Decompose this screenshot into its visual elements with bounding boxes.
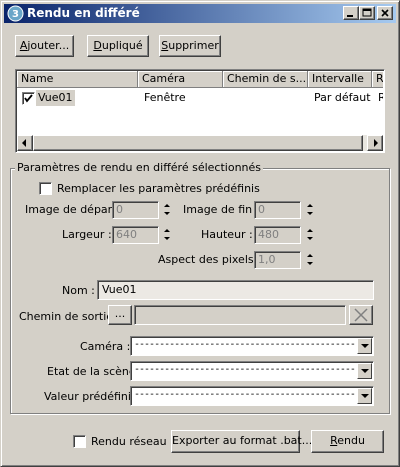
check-icon — [24, 94, 33, 103]
list-horizontal-scrollbar[interactable] — [17, 135, 383, 151]
start-frame-spinner[interactable] — [161, 202, 172, 218]
scroll-thumb[interactable] — [33, 135, 363, 151]
scroll-right-button[interactable] — [367, 135, 383, 151]
row-r: R — [378, 90, 383, 106]
end-frame-spinner[interactable] — [304, 202, 315, 218]
scene-state-label: Etat de la scène — [47, 365, 136, 378]
spin-up-icon[interactable] — [304, 252, 315, 260]
override-label: Remplacer les paramètres prédéfinis — [57, 182, 260, 195]
column-header-name[interactable]: Name — [17, 71, 138, 88]
preset-dropdown-value: ----------------------------------------… — [134, 389, 355, 400]
pixel-aspect-input[interactable]: 1,0 — [254, 251, 301, 269]
row-camera: Fenêtre — [144, 91, 186, 104]
column-header-camera[interactable]: Caméra — [138, 71, 223, 88]
clear-x-icon — [354, 308, 368, 322]
network-render-label: Rendu réseau — [91, 435, 167, 448]
render-button[interactable]: Rendu — [311, 430, 384, 453]
output-path-browse-button[interactable]: ... — [108, 305, 132, 325]
row-name: Vue01 — [36, 90, 75, 106]
camera-label: Caméra : — [80, 340, 131, 353]
column-header-range[interactable]: Intervalle — [308, 71, 372, 88]
delete-button[interactable]: Supprimer — [159, 35, 221, 57]
pixel-aspect-label: Aspect des pixels : — [158, 253, 261, 266]
export-bat-button[interactable]: Exporter au format .bat... — [171, 430, 312, 453]
pixel-aspect-spinner[interactable] — [304, 252, 315, 268]
spin-up-icon[interactable] — [161, 227, 172, 235]
end-frame-input[interactable]: 0 — [254, 201, 301, 219]
3ds-max-icon: 3 — [7, 5, 24, 22]
close-icon — [381, 9, 389, 17]
row-enabled-checkbox[interactable] — [22, 92, 35, 105]
network-render-checkbox[interactable] — [73, 435, 86, 448]
width-spinner[interactable] — [161, 227, 172, 243]
column-header-r[interactable]: R — [372, 71, 383, 88]
spin-down-icon[interactable] — [304, 210, 315, 218]
name-label: Nom : — [62, 284, 95, 297]
minimize-icon — [347, 15, 353, 17]
start-frame-label: Image de départ — [25, 203, 117, 216]
svg-text:3: 3 — [12, 9, 19, 20]
scroll-left-button[interactable] — [17, 135, 33, 151]
end-frame-label: Image de fin : — [183, 203, 260, 216]
arrow-left-icon — [22, 139, 26, 147]
spin-down-icon[interactable] — [161, 235, 172, 243]
camera-dropdown[interactable]: ----------------------------------------… — [130, 336, 374, 356]
chevron-down-icon[interactable] — [357, 363, 372, 379]
height-spinner[interactable] — [304, 227, 315, 243]
start-frame-input[interactable]: 0 — [112, 201, 159, 219]
override-checkbox[interactable] — [39, 182, 52, 195]
column-header-output-path[interactable]: Chemin de s... — [223, 71, 308, 88]
duplicate-button[interactable]: Dupliqué — [87, 35, 149, 57]
camera-dropdown-value: ----------------------------------------… — [134, 339, 355, 350]
width-input[interactable]: 640 — [112, 226, 159, 244]
chevron-down-icon[interactable] — [357, 388, 372, 404]
maximize-button[interactable] — [359, 6, 375, 20]
group-title: Paramètres de rendu en différé sélection… — [15, 161, 264, 174]
height-label: Hauteur : — [201, 228, 253, 241]
batch-list[interactable]: Name Caméra Chemin de s... Intervalle R … — [15, 69, 385, 153]
arrow-right-icon — [374, 139, 378, 147]
title-bar[interactable]: 3 Rendu en différé — [4, 4, 396, 23]
maximize-icon — [362, 8, 372, 17]
batch-render-window: 3 Rendu en différé Ajouter... Dupliqué S… — [0, 0, 400, 467]
spin-up-icon[interactable] — [304, 202, 315, 210]
spin-down-icon[interactable] — [304, 260, 315, 268]
width-label: Largeur : — [62, 228, 112, 241]
add-button[interactable]: Ajouter... — [15, 35, 74, 57]
scene-state-dropdown[interactable]: ----------------------------------------… — [130, 361, 374, 381]
name-input[interactable]: Vue01 — [97, 280, 374, 300]
preset-dropdown[interactable]: ----------------------------------------… — [130, 386, 374, 406]
row-range: Par défaut — [314, 91, 371, 104]
chevron-down-icon[interactable] — [357, 338, 372, 354]
close-button[interactable] — [377, 6, 393, 20]
height-input[interactable]: 480 — [254, 226, 301, 244]
scene-state-dropdown-value: ----------------------------------------… — [134, 364, 355, 375]
output-path-label: Chemin de sortie — [19, 310, 114, 323]
preset-label: Valeur prédéfinie — [44, 390, 138, 403]
clear-output-path-button[interactable] — [349, 305, 373, 325]
spin-up-icon[interactable] — [304, 227, 315, 235]
spin-down-icon[interactable] — [161, 210, 172, 218]
spin-up-icon[interactable] — [161, 202, 172, 210]
minimize-button[interactable] — [343, 6, 359, 20]
window-title: Rendu en différé — [27, 6, 140, 20]
output-path-field[interactable] — [134, 305, 346, 325]
spin-down-icon[interactable] — [304, 235, 315, 243]
